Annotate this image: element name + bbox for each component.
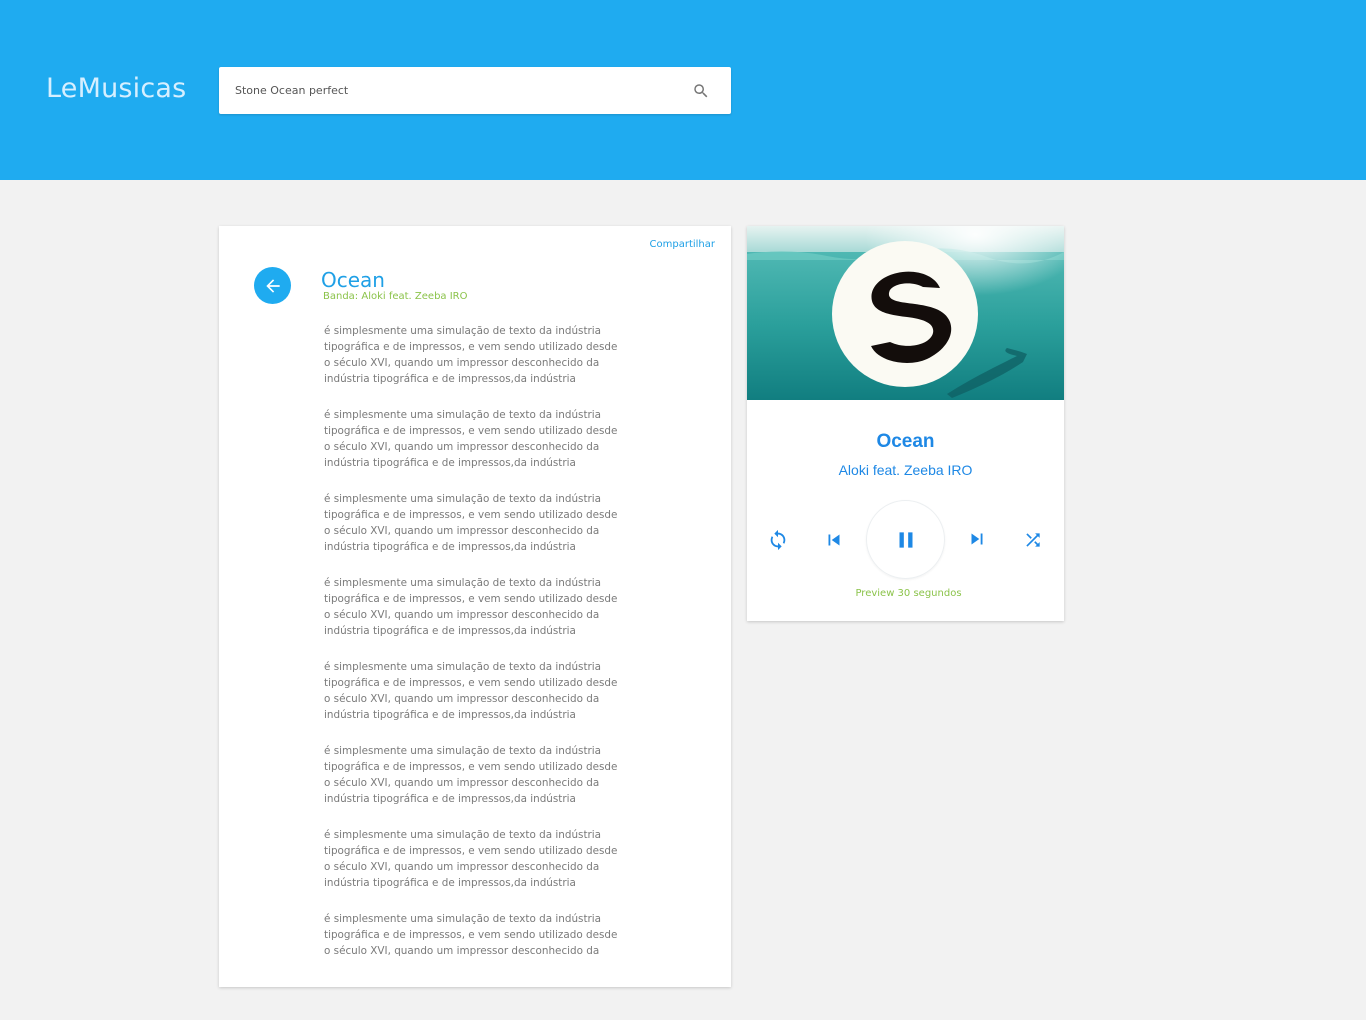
lyric-paragraph: é simplesmente uma simulação de texto da… bbox=[324, 491, 634, 555]
back-button[interactable] bbox=[254, 267, 291, 304]
lyric-paragraph: é simplesmente uma simulação de texto da… bbox=[324, 911, 634, 959]
lyric-paragraph: é simplesmente uma simulação de texto da… bbox=[324, 407, 634, 471]
pause-icon bbox=[899, 531, 912, 548]
lyric-line: o século XVI, quando um impressor descon… bbox=[324, 609, 600, 621]
band-name: Banda: Aloki feat. Zeeba IRO bbox=[323, 291, 468, 302]
lyric-line: é simplesmente uma simulação de texto da… bbox=[324, 325, 602, 337]
lyric-line: indústria tipográfica e de impressos,da … bbox=[324, 541, 576, 553]
header-bar: LeMusicas bbox=[0, 0, 1366, 180]
skip-previous-icon bbox=[828, 534, 840, 546]
song-title: Ocean bbox=[321, 268, 385, 292]
lyric-line: é simplesmente uma simulação de texto da… bbox=[324, 829, 602, 841]
lyric-paragraph: é simplesmente uma simulação de texto da… bbox=[324, 575, 634, 639]
previous-button[interactable] bbox=[822, 528, 846, 552]
lyric-line: indústria tipográfica e de impressos,da … bbox=[324, 625, 576, 637]
lyric-line: é simplesmente uma simulação de texto da… bbox=[324, 745, 602, 757]
lyric-paragraph: é simplesmente uma simulação de texto da… bbox=[324, 659, 634, 723]
player-card: Ocean Aloki feat. Zeeba IRO Preview 30 s… bbox=[747, 226, 1064, 621]
search-icon bbox=[694, 84, 708, 98]
lyric-line: o século XVI, quando um impressor descon… bbox=[324, 441, 600, 453]
lyrics-card: Compartilhar Ocean Banda: Aloki feat. Ze… bbox=[219, 226, 731, 987]
lyric-line: tipográfica e de impressos, e vem sendo … bbox=[324, 593, 618, 605]
lyric-line: tipográfica e de impressos, e vem sendo … bbox=[324, 425, 618, 437]
lyric-line: o século XVI, quando um impressor descon… bbox=[324, 693, 600, 705]
preview-label: Preview 30 segundos bbox=[855, 588, 962, 599]
app-logo[interactable]: LeMusicas bbox=[46, 73, 186, 104]
lyric-line: é simplesmente uma simulação de texto da… bbox=[324, 913, 602, 925]
search-input[interactable] bbox=[235, 67, 675, 114]
lyric-line: o século XVI, quando um impressor descon… bbox=[324, 777, 600, 789]
lyric-line: tipográfica e de impressos, e vem sendo … bbox=[324, 929, 618, 941]
search-box bbox=[219, 67, 731, 114]
lyric-paragraph: é simplesmente uma simulação de texto da… bbox=[324, 743, 634, 807]
lyric-line: é simplesmente uma simulação de texto da… bbox=[324, 661, 602, 673]
lyric-line: é simplesmente uma simulação de texto da… bbox=[324, 577, 602, 589]
skip-next-icon bbox=[971, 533, 983, 545]
lyric-line: indústria tipográfica e de impressos,da … bbox=[324, 373, 576, 385]
lyric-line: o século XVI, quando um impressor descon… bbox=[324, 525, 600, 537]
lyric-line: é simplesmente uma simulação de texto da… bbox=[324, 493, 602, 505]
arrow-left-icon bbox=[265, 278, 280, 293]
lyric-line: indústria tipográfica e de impressos,da … bbox=[324, 793, 576, 805]
play-pause-button[interactable] bbox=[866, 500, 945, 579]
lyric-line: tipográfica e de impressos, e vem sendo … bbox=[324, 761, 618, 773]
lyric-line: o século XVI, quando um impressor descon… bbox=[324, 861, 600, 873]
lyric-paragraph: é simplesmente uma simulação de texto da… bbox=[324, 827, 634, 891]
repeat-button[interactable] bbox=[766, 528, 790, 552]
player-artist: Aloki feat. Zeeba IRO bbox=[838, 462, 973, 478]
share-link[interactable]: Compartilhar bbox=[650, 239, 715, 250]
search-button[interactable] bbox=[688, 78, 714, 104]
lyric-line: o século XVI, quando um impressor descon… bbox=[324, 357, 600, 369]
player-song-title: Ocean bbox=[876, 431, 935, 452]
lyric-line: o século XVI, quando um impressor descon… bbox=[324, 945, 600, 957]
lyric-line: indústria tipográfica e de impressos,da … bbox=[324, 457, 576, 469]
album-art-image bbox=[747, 226, 1064, 400]
shuffle-icon bbox=[1026, 533, 1040, 547]
lyric-line: é simplesmente uma simulação de texto da… bbox=[324, 409, 602, 421]
album-art bbox=[747, 226, 1064, 400]
lyric-line: tipográfica e de impressos, e vem sendo … bbox=[324, 677, 618, 689]
repeat-icon bbox=[770, 529, 786, 551]
lyric-line: tipográfica e de impressos, e vem sendo … bbox=[324, 509, 618, 521]
lyric-line: tipográfica e de impressos, e vem sendo … bbox=[324, 845, 618, 857]
next-button[interactable] bbox=[965, 527, 989, 551]
lyric-line: indústria tipográfica e de impressos,da … bbox=[324, 709, 576, 721]
lyric-line: indústria tipográfica e de impressos,da … bbox=[324, 877, 576, 889]
lyric-paragraph: é simplesmente uma simulação de texto da… bbox=[324, 323, 634, 387]
lyrics-body: é simplesmente uma simulação de texto da… bbox=[324, 323, 634, 979]
shuffle-button[interactable] bbox=[1021, 528, 1045, 552]
lyric-line: tipográfica e de impressos, e vem sendo … bbox=[324, 341, 618, 353]
